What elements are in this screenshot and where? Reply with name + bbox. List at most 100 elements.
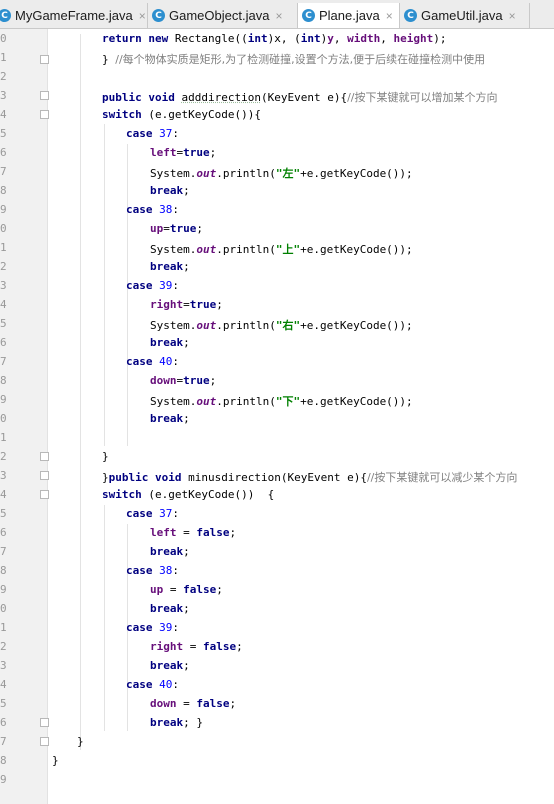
fold-marker[interactable] (40, 452, 49, 461)
line-number: 6 (0, 716, 7, 729)
code-line: break; (150, 659, 190, 672)
code-line: System.out.println("上"+e.getKeyCode()); (150, 243, 413, 256)
code-line: } //每个物体实质是矩形,为了检测碰撞,设置个方法,便于后续在碰撞检测中使用 (102, 53, 486, 66)
code-line: break; (150, 260, 190, 273)
line-number: 5 (0, 697, 7, 710)
line-number: 0 (0, 602, 7, 615)
line-number: 4 (0, 108, 7, 121)
code-line: left = false; (150, 526, 237, 539)
code-line: case 40: (126, 678, 179, 691)
line-number: 7 (0, 355, 7, 368)
class-icon: C (152, 9, 165, 22)
line-number: 9 (0, 773, 7, 786)
line-number: 4 (0, 488, 7, 501)
tab-mygameframe[interactable]: C MyGameFrame.java × (0, 3, 148, 28)
line-number: 0 (0, 32, 7, 45)
class-icon: C (404, 9, 417, 22)
code-line: } (102, 450, 109, 463)
code-line: up = false; (150, 583, 223, 596)
indent-guide (104, 124, 105, 446)
line-number: 9 (0, 203, 7, 216)
line-number: 0 (0, 222, 7, 235)
tab-gameobject[interactable]: C GameObject.java × (148, 3, 298, 28)
tab-label: GameObject.java (169, 8, 270, 23)
class-icon: C (302, 9, 315, 22)
line-number: 6 (0, 336, 7, 349)
line-number: 1 (0, 621, 7, 634)
code-line: public void adddirection(KeyEvent e){//按… (102, 91, 498, 104)
line-number: 8 (0, 754, 7, 767)
code-line: break; (150, 412, 190, 425)
code-line: left=true; (150, 146, 217, 159)
line-number: 3 (0, 89, 7, 102)
code-line: break; (150, 336, 190, 349)
line-number: 9 (0, 583, 7, 596)
code-line: break; (150, 602, 190, 615)
close-icon[interactable]: × (275, 9, 282, 23)
code-line: case 37: (126, 507, 179, 520)
line-number: 1 (0, 241, 7, 254)
line-number: 5 (0, 127, 7, 140)
code-line: } (52, 754, 59, 767)
tab-label: MyGameFrame.java (15, 8, 133, 23)
indent-guide (80, 34, 81, 750)
code-line: switch (e.getKeyCode()){ (102, 108, 261, 121)
code-line: right=true; (150, 298, 223, 311)
fold-marker[interactable] (40, 110, 49, 119)
line-number: 5 (0, 317, 7, 330)
line-number: 3 (0, 279, 7, 292)
line-number: 6 (0, 146, 7, 159)
code-line: case 39: (126, 621, 179, 634)
line-number: 7 (0, 165, 7, 178)
line-number: 1 (0, 431, 7, 444)
code-line: break; } (150, 716, 203, 729)
code-line: case 40: (126, 355, 179, 368)
code-line: System.out.println("左"+e.getKeyCode()); (150, 167, 413, 180)
code-line: case 37: (126, 127, 179, 140)
line-number: 4 (0, 298, 7, 311)
close-icon[interactable]: × (139, 9, 146, 23)
line-number: 2 (0, 70, 7, 83)
code-line: System.out.println("下"+e.getKeyCode()); (150, 395, 413, 408)
indent-guide (104, 505, 105, 731)
code-line: break; (150, 545, 190, 558)
code-line: break; (150, 184, 190, 197)
fold-marker[interactable] (40, 490, 49, 499)
class-icon: C (0, 9, 11, 22)
line-number: 8 (0, 374, 7, 387)
line-number: 8 (0, 564, 7, 577)
editor-tab-bar: C MyGameFrame.java × C GameObject.java ×… (0, 0, 554, 29)
fold-marker[interactable] (40, 55, 49, 64)
line-number: 7 (0, 735, 7, 748)
fold-marker[interactable] (40, 471, 49, 480)
code-line: right = false; (150, 640, 243, 653)
line-number: 2 (0, 450, 7, 463)
tab-label: GameUtil.java (421, 8, 503, 23)
line-number: 3 (0, 469, 7, 482)
fold-marker[interactable] (40, 91, 49, 100)
line-number: 6 (0, 526, 7, 539)
line-number: 7 (0, 545, 7, 558)
tab-gameutil[interactable]: C GameUtil.java × (400, 3, 530, 28)
tab-label: Plane.java (319, 8, 380, 23)
close-icon[interactable]: × (509, 9, 516, 23)
line-number: 5 (0, 507, 7, 520)
line-number: 4 (0, 678, 7, 691)
code-line: return new Rectangle((int)x, (int)y, wid… (102, 32, 447, 45)
line-number: 2 (0, 640, 7, 653)
code-line: case 39: (126, 279, 179, 292)
close-icon[interactable]: × (386, 9, 393, 23)
line-number: 1 (0, 51, 7, 64)
code-line: System.out.println("右"+e.getKeyCode()); (150, 319, 413, 332)
line-number: 8 (0, 184, 7, 197)
code-line: case 38: (126, 564, 179, 577)
line-number: 3 (0, 659, 7, 672)
code-line: up=true; (150, 222, 203, 235)
fold-marker[interactable] (40, 737, 49, 746)
tab-plane[interactable]: C Plane.java × (298, 3, 400, 28)
line-number: 0 (0, 412, 7, 425)
code-line: }public void minusdirection(KeyEvent e){… (102, 471, 518, 484)
fold-marker[interactable] (40, 718, 49, 727)
indent-guide (127, 144, 128, 446)
code-line: case 38: (126, 203, 179, 216)
